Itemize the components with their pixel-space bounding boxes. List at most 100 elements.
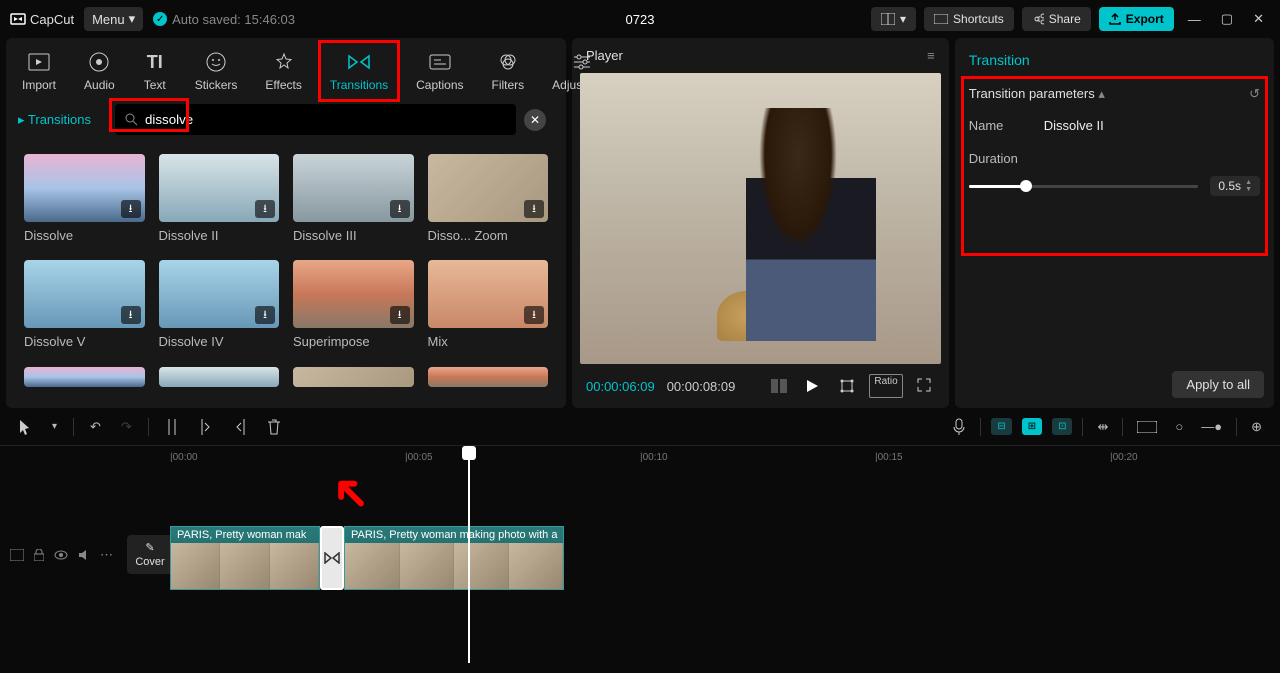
playhead[interactable]	[468, 446, 470, 663]
grid-label: Dissolve	[24, 228, 145, 243]
crop-icon[interactable]	[835, 374, 859, 398]
transition-item[interactable]: ⭳Dissolve III	[293, 154, 414, 246]
download-icon[interactable]: ⭳	[390, 200, 410, 218]
preview-toggle[interactable]	[1133, 417, 1161, 437]
tab-import[interactable]: Import	[16, 46, 62, 96]
download-icon[interactable]: ⭳	[524, 200, 544, 218]
transition-item[interactable]: ⭳ Dissolve	[24, 154, 145, 246]
transition-item[interactable]: ⭳Dissolve II	[159, 154, 280, 246]
delete-tool[interactable]	[263, 415, 285, 439]
trim-right-tool[interactable]	[229, 415, 251, 439]
link-toggle[interactable]: ⊞	[1022, 418, 1042, 435]
search-input[interactable]	[115, 104, 516, 135]
transition-marker[interactable]	[320, 526, 344, 590]
undo-button[interactable]: ↶	[86, 415, 105, 439]
cover-label: Cover	[135, 556, 164, 568]
eye-icon[interactable]	[54, 550, 68, 560]
side-tab-transitions[interactable]: ▸ Transitions	[18, 112, 91, 128]
mic-icon[interactable]	[948, 414, 970, 440]
split-tool[interactable]	[161, 415, 183, 439]
download-icon[interactable]: ⭳	[255, 306, 275, 324]
timeline-ruler[interactable]: |00:00 |00:05 |00:10 |00:15 |00:20	[170, 446, 1280, 472]
media-panel: Import Audio TI Text Stickers Effects Tr…	[6, 38, 566, 408]
layout-button[interactable]: ▾	[871, 7, 916, 31]
compare-icon[interactable]	[767, 375, 791, 397]
ratio-button[interactable]: Ratio	[869, 374, 902, 398]
play-button[interactable]	[801, 375, 823, 397]
zoom-out-icon[interactable]: ○	[1171, 415, 1187, 438]
export-label: Export	[1126, 12, 1164, 26]
snap-toggle[interactable]: ⊡	[1052, 418, 1072, 435]
tab-effects[interactable]: Effects	[259, 46, 307, 96]
track-expand-icon[interactable]	[10, 549, 24, 561]
shortcuts-button[interactable]: Shortcuts	[924, 7, 1014, 31]
duration-slider[interactable]	[969, 185, 1199, 188]
cover-button[interactable]: ✎ Cover	[127, 535, 172, 574]
menu-button[interactable]: Menu ▾	[84, 7, 143, 31]
trim-left-tool[interactable]	[195, 415, 217, 439]
lock-icon[interactable]	[34, 549, 44, 561]
transition-item[interactable]: ⭳Dissolve V	[24, 260, 145, 352]
zoom-fit-icon[interactable]: ⊕	[1247, 415, 1266, 439]
ruler-tick: |00:00	[170, 452, 198, 463]
download-icon[interactable]: ⭳	[121, 306, 141, 324]
apply-to-all-button[interactable]: Apply to all	[1172, 371, 1264, 398]
tab-audio[interactable]: Audio	[78, 46, 121, 96]
tab-label: Text	[144, 78, 166, 92]
clear-search-button[interactable]: ✕	[524, 109, 546, 131]
shortcuts-label: Shortcuts	[953, 12, 1004, 26]
speaker-icon[interactable]	[78, 549, 90, 561]
transition-item[interactable]	[293, 367, 414, 390]
grid-label: Superimpose	[293, 334, 414, 349]
download-icon[interactable]: ⭳	[390, 306, 410, 324]
timeline-tracks[interactable]: |00:00 |00:05 |00:10 |00:15 |00:20 PARIS…	[170, 446, 1280, 663]
keyboard-icon	[934, 14, 948, 24]
transition-item[interactable]	[428, 367, 549, 390]
more-icon[interactable]: ⋯	[100, 547, 113, 563]
tab-text[interactable]: TI Text	[137, 46, 173, 96]
transition-item[interactable]: ⭳Dissolve IV	[159, 260, 280, 352]
pointer-tool[interactable]	[14, 415, 36, 439]
spin-up-icon[interactable]: ▲	[1245, 179, 1252, 186]
zoom-slider[interactable]: —●	[1197, 415, 1226, 438]
reset-icon[interactable]: ↺	[1249, 86, 1260, 102]
side-tab-label: Transitions	[28, 112, 91, 127]
download-icon[interactable]: ⭳	[121, 200, 141, 218]
download-icon[interactable]: ⭳	[255, 200, 275, 218]
chevron-down-icon: ▾	[129, 11, 136, 27]
download-icon[interactable]: ⭳	[524, 306, 544, 324]
transition-item[interactable]: ⭳ Superimpose	[293, 260, 414, 352]
video-track: PARIS, Pretty woman mak PARIS, Pretty wo…	[170, 526, 564, 590]
transition-item[interactable]	[159, 367, 280, 390]
export-button[interactable]: Export	[1099, 7, 1174, 31]
share-button[interactable]: Share	[1022, 7, 1091, 31]
transition-item[interactable]	[24, 367, 145, 390]
tab-stickers[interactable]: Stickers	[189, 46, 244, 96]
tab-transitions[interactable]: Transitions	[324, 46, 394, 96]
align-icon[interactable]: ⇹	[1093, 415, 1112, 439]
fullscreen-icon[interactable]	[913, 374, 935, 398]
close-button[interactable]: ✕	[1247, 5, 1270, 33]
player-menu-icon[interactable]: ≡	[927, 48, 935, 63]
duration-value: 0.5s	[1218, 179, 1241, 193]
tab-filters[interactable]: Filters	[486, 46, 531, 96]
transition-item[interactable]: ⭳Mix	[428, 260, 549, 352]
minimize-button[interactable]: —	[1182, 6, 1207, 33]
chevron-down-icon[interactable]: ▾	[48, 417, 61, 436]
player-panel: Player ≡ 00:00:06:09 00:00:08:09 Ratio	[572, 38, 949, 408]
adjustment-icon	[570, 50, 594, 74]
duration-spinbox[interactable]: 0.5s ▲▼	[1210, 176, 1260, 196]
spin-down-icon[interactable]: ▼	[1245, 186, 1252, 193]
maximize-button[interactable]: ▢	[1215, 5, 1239, 33]
magnet-toggle[interactable]: ⊟	[991, 418, 1011, 435]
transition-item[interactable]: ⭳Disso... Zoom	[428, 154, 549, 246]
transition-glyph-icon	[324, 552, 340, 564]
redo-button[interactable]: ↷	[117, 415, 136, 439]
app-logo: CapCut	[10, 11, 74, 27]
tab-captions[interactable]: Captions	[410, 46, 469, 96]
video-clip[interactable]: PARIS, Pretty woman mak	[170, 526, 320, 590]
logo-text: CapCut	[30, 12, 74, 27]
video-clip[interactable]: PARIS, Pretty woman making photo with a	[344, 526, 564, 590]
player-viewport[interactable]	[580, 73, 941, 364]
duration-label: Duration	[969, 151, 1024, 166]
